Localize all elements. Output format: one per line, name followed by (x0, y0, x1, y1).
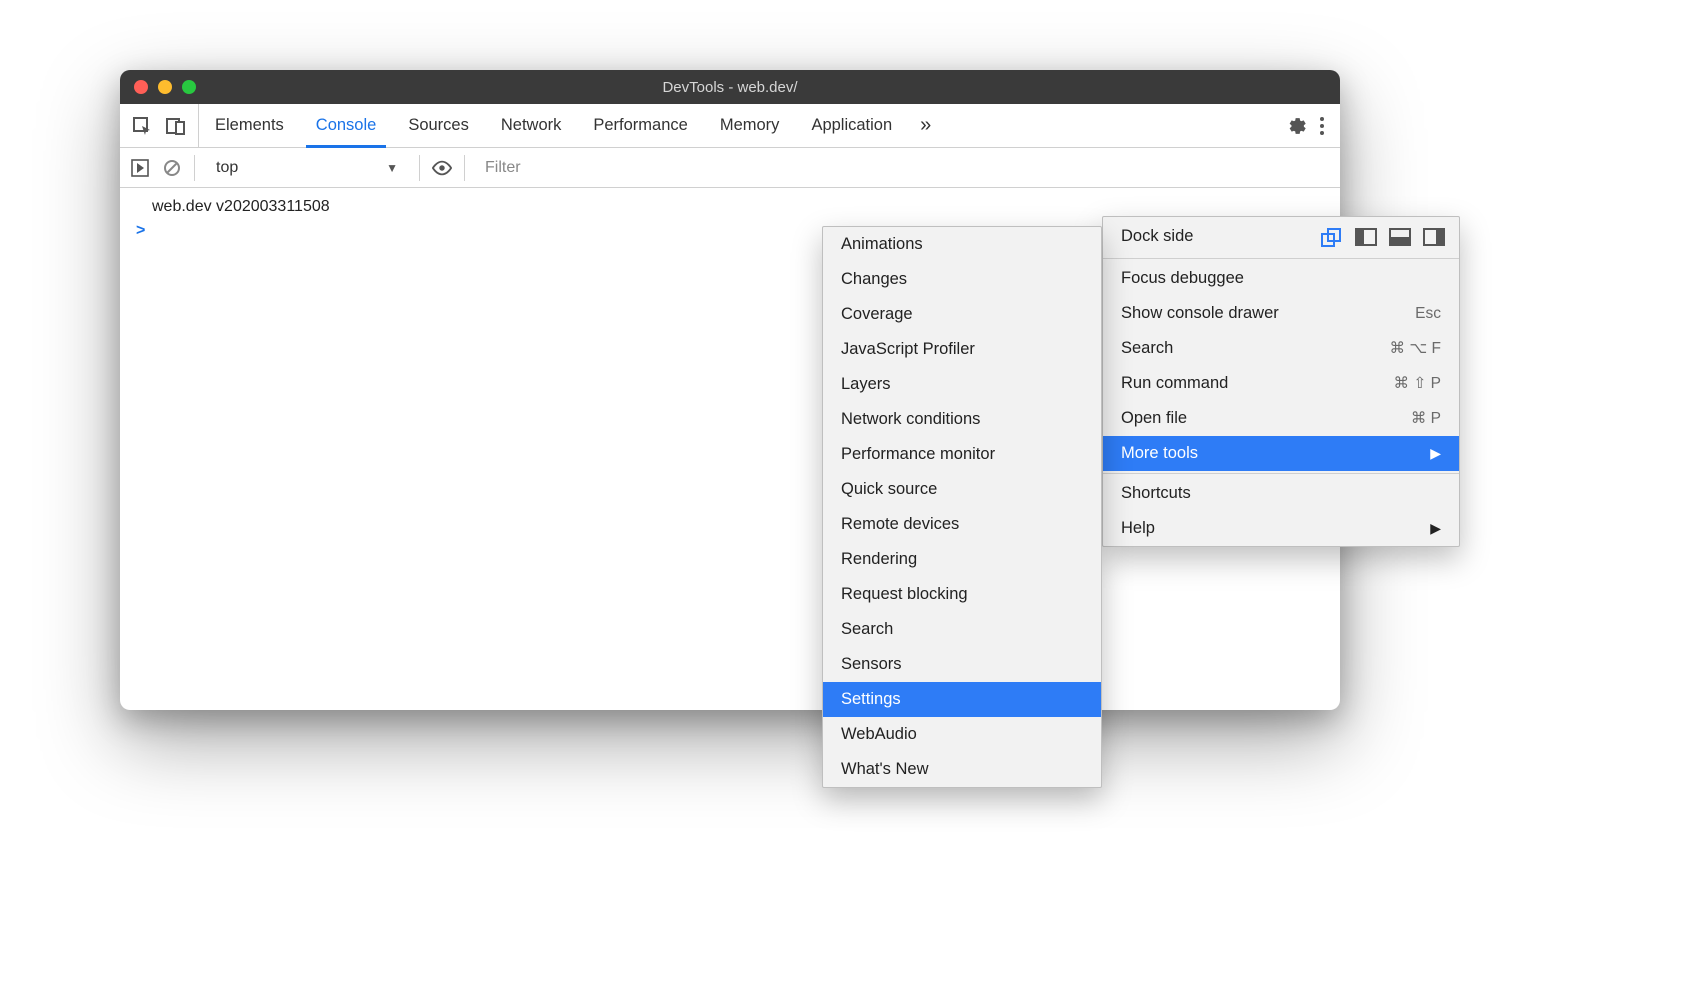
execute-icon[interactable] (130, 158, 150, 178)
filter-input[interactable] (477, 155, 1330, 181)
separator (464, 155, 465, 181)
dock-bottom-icon[interactable] (1389, 228, 1411, 246)
settings-gear-icon[interactable] (1286, 116, 1306, 136)
submenu-item-network-conditions[interactable]: Network conditions (823, 402, 1101, 437)
clear-console-icon[interactable] (162, 158, 182, 178)
menu-separator (1103, 258, 1459, 259)
menu-item-label: Show console drawer (1121, 304, 1279, 323)
more-tabs-button[interactable]: » (908, 104, 943, 147)
main-toolbar: ElementsConsoleSourcesNetworkPerformance… (120, 104, 1340, 148)
submenu-item-what-s-new[interactable]: What's New (823, 752, 1101, 787)
tab-memory[interactable]: Memory (704, 104, 796, 147)
menu-item-show-console-drawer[interactable]: Show console drawer Esc (1103, 296, 1459, 331)
submenu-item-search[interactable]: Search (823, 612, 1101, 647)
minimize-window-button[interactable] (158, 80, 172, 94)
dock-left-icon[interactable] (1355, 228, 1377, 246)
submenu-item-rendering[interactable]: Rendering (823, 542, 1101, 577)
tab-performance[interactable]: Performance (577, 104, 703, 147)
submenu-arrow-icon: ▶ (1430, 520, 1441, 537)
menu-item-shortcut: ⌘ ⌥ F (1390, 339, 1441, 358)
more-tools-submenu: AnimationsChangesCoverageJavaScript Prof… (822, 226, 1102, 788)
menu-item-label: Run command (1121, 374, 1228, 393)
menu-item-open-file[interactable]: Open file ⌘ P (1103, 401, 1459, 436)
submenu-item-remote-devices[interactable]: Remote devices (823, 507, 1101, 542)
devtools-window: DevTools - web.dev/ ElementsConsoleSourc… (120, 70, 1340, 710)
live-expression-eye-icon[interactable] (432, 158, 452, 178)
submenu-item-sensors[interactable]: Sensors (823, 647, 1101, 682)
tab-network[interactable]: Network (485, 104, 578, 147)
submenu-item-coverage[interactable]: Coverage (823, 297, 1101, 332)
main-menu: Dock side Focus debuggee Show console dra… (1102, 216, 1460, 547)
tab-elements[interactable]: Elements (199, 104, 300, 147)
submenu-arrow-icon: ▶ (1430, 445, 1441, 462)
menu-item-label: Shortcuts (1121, 484, 1191, 503)
dock-side-row: Dock side (1103, 217, 1459, 256)
console-toolbar: top ▼ (120, 148, 1340, 188)
dropdown-triangle-icon: ▼ (386, 161, 398, 175)
menu-item-label: Focus debuggee (1121, 269, 1244, 288)
separator (419, 155, 420, 181)
context-selector-value: top (216, 159, 238, 177)
submenu-item-animations[interactable]: Animations (823, 227, 1101, 262)
kebab-menu-icon[interactable] (1316, 117, 1328, 135)
dock-undock-icon[interactable] (1321, 228, 1343, 246)
submenu-item-request-blocking[interactable]: Request blocking (823, 577, 1101, 612)
traffic-lights (120, 80, 196, 94)
menu-item-run-command[interactable]: Run command ⌘ ⇧ P (1103, 366, 1459, 401)
menu-item-shortcut: Esc (1415, 305, 1441, 323)
menu-item-shortcuts[interactable]: Shortcuts (1103, 476, 1459, 511)
submenu-item-layers[interactable]: Layers (823, 367, 1101, 402)
device-toolbar-icon[interactable] (166, 116, 186, 136)
window-title: DevTools - web.dev/ (120, 79, 1340, 96)
tab-console[interactable]: Console (300, 104, 393, 147)
menu-item-label: Open file (1121, 409, 1187, 428)
submenu-item-settings[interactable]: Settings (823, 682, 1101, 717)
submenu-item-webaudio[interactable]: WebAudio (823, 717, 1101, 752)
menu-item-label: More tools (1121, 444, 1198, 463)
dock-right-icon[interactable] (1423, 228, 1445, 246)
close-window-button[interactable] (134, 80, 148, 94)
submenu-item-performance-monitor[interactable]: Performance monitor (823, 437, 1101, 472)
menu-item-search[interactable]: Search ⌘ ⌥ F (1103, 331, 1459, 366)
separator (194, 155, 195, 181)
submenu-item-quick-source[interactable]: Quick source (823, 472, 1101, 507)
inspect-element-icon[interactable] (132, 116, 152, 136)
menu-item-help[interactable]: Help ▶ (1103, 511, 1459, 546)
menu-separator (1103, 473, 1459, 474)
menu-item-focus-debuggee[interactable]: Focus debuggee (1103, 261, 1459, 296)
context-selector[interactable]: top ▼ (207, 154, 407, 182)
menu-item-more-tools[interactable]: More tools ▶ (1103, 436, 1459, 471)
tab-sources[interactable]: Sources (392, 104, 485, 147)
dock-side-label: Dock side (1121, 227, 1193, 246)
submenu-item-javascript-profiler[interactable]: JavaScript Profiler (823, 332, 1101, 367)
zoom-window-button[interactable] (182, 80, 196, 94)
menu-item-shortcut: ⌘ ⇧ P (1394, 374, 1441, 393)
menu-item-label: Help (1121, 519, 1155, 538)
titlebar: DevTools - web.dev/ (120, 70, 1340, 104)
menu-item-shortcut: ⌘ P (1411, 409, 1441, 428)
tab-application[interactable]: Application (795, 104, 908, 147)
submenu-item-changes[interactable]: Changes (823, 262, 1101, 297)
menu-item-label: Search (1121, 339, 1173, 358)
panel-tabs: ElementsConsoleSourcesNetworkPerformance… (199, 104, 908, 147)
